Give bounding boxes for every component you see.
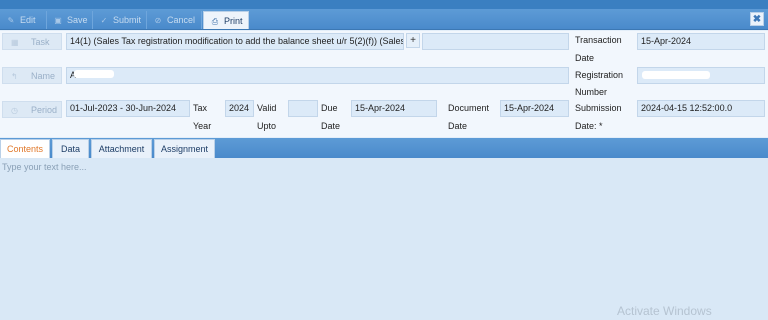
tab-assignment[interactable]: Assignment [154,139,215,158]
tab-attachment[interactable]: Attachment [91,139,152,158]
period-field[interactable]: 01-Jul-2023 - 30-Jun-2024 [66,100,190,117]
registration-redaction [642,71,710,79]
close-button[interactable]: ✖ [750,12,764,26]
task-extra-field[interactable] [422,33,569,50]
user-icon: ↰ [11,72,18,81]
submit-button[interactable]: ✓ Submit [93,11,147,29]
valid-upto-label-2: Upto [257,121,277,131]
transaction-date-label-2: Date [575,53,595,63]
print-button-label: Print [224,16,243,26]
document-date-label-1: Document [448,103,490,113]
activate-windows-watermark: Activate Windows [617,304,712,318]
document-date-label-2: Date [448,121,468,131]
submission-date-label-1: Submission [575,103,622,113]
due-date-label-1: Due [321,103,338,113]
document-date-field[interactable]: 15-Apr-2024 [500,100,569,117]
check-icon: ✓ [100,16,108,25]
submission-date-field[interactable]: 2024-04-15 12:52:00.0 [637,100,765,117]
content-editor[interactable]: Type your text here... [0,158,768,320]
valid-upto-field[interactable] [288,100,318,117]
save-button[interactable]: ▣ Save [47,11,93,29]
name-redaction [74,70,114,78]
tab-data[interactable]: Data [52,139,89,158]
task-icon: ▦ [11,38,19,47]
tax-year-label-1: Tax [193,103,208,113]
period-label-box: ◷ Period [2,101,62,118]
tax-year-field[interactable]: 2024 [225,100,254,117]
pencil-icon: ✎ [7,16,15,25]
task-label-box: ▦ Task [2,33,62,50]
edit-button[interactable]: ✎ Edit [0,11,47,29]
task-field[interactable]: 14(1) (Sales Tax registration modificati… [66,33,404,50]
submission-date-label-2: Date: * [575,121,603,131]
due-date-label-2: Date [321,121,341,131]
transaction-date-field[interactable]: 15-Apr-2024 [637,33,765,50]
toolbar: ✎ Edit ▣ Save ✓ Submit ⊘ Cancel ⎙ Print ✖ [0,9,768,30]
print-button[interactable]: ⎙ Print [203,11,249,29]
name-label-box: ↰ Name [2,67,62,84]
clock-icon: ◷ [11,106,18,115]
due-date-field[interactable]: 15-Apr-2024 [351,100,437,117]
cancel-button[interactable]: ⊘ Cancel [147,11,202,29]
save-button-label: Save [67,15,88,25]
disk-icon: ▣ [54,16,62,25]
tax-year-label-2: Year [193,121,212,131]
name-label: Name [31,71,56,81]
registration-number-label-1: Registration [575,70,624,80]
name-field[interactable]: A* [66,67,569,84]
task-label: Task [31,37,50,47]
cancel-icon: ⊘ [154,16,162,25]
printer-icon: ⎙ [211,17,219,26]
window-top-strip [0,0,768,9]
tab-bar: Contents Data Attachment Assignment [0,138,768,158]
valid-upto-label-1: Valid [257,103,277,113]
registration-number-label-2: Number [575,87,608,97]
edit-button-label: Edit [20,15,36,25]
editor-placeholder: Type your text here... [2,162,87,172]
add-task-button[interactable]: + [406,33,420,48]
transaction-date-label-1: Transaction [575,35,622,45]
submit-button-label: Submit [113,15,142,25]
tab-contents[interactable]: Contents [0,139,50,158]
cancel-button-label: Cancel [167,15,196,25]
period-label: Period [31,105,58,115]
